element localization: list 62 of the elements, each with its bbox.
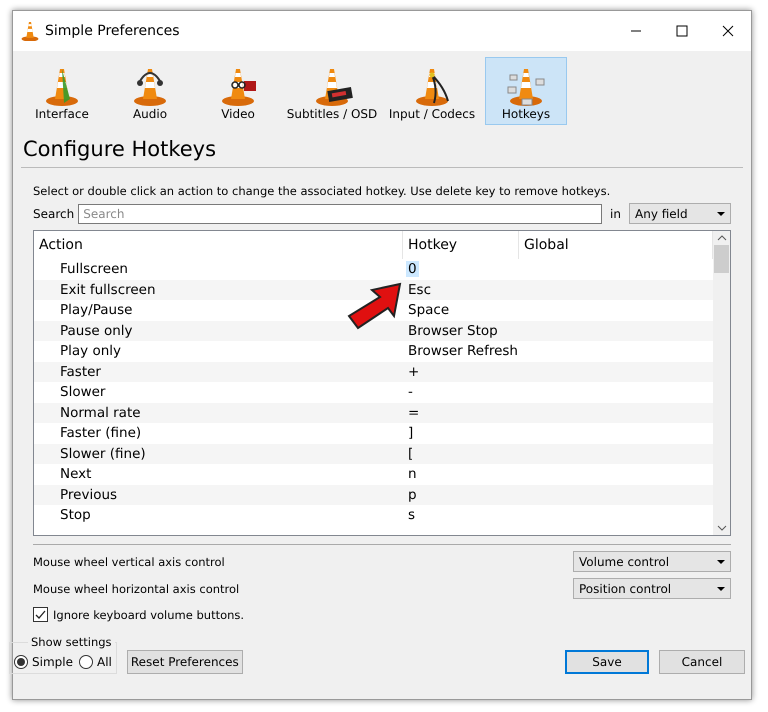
- action-cell[interactable]: Next: [34, 466, 403, 482]
- save-button[interactable]: Save: [565, 650, 649, 674]
- hotkey-cell[interactable]: +: [406, 364, 422, 380]
- search-field[interactable]: Search: [78, 204, 602, 224]
- hotkey-cell[interactable]: Esc: [406, 282, 433, 298]
- hotkey-cell[interactable]: -: [406, 384, 415, 400]
- reset-preferences-button[interactable]: Reset Preferences: [126, 650, 243, 674]
- maximize-icon[interactable]: [676, 25, 688, 37]
- action-cell[interactable]: Faster: [34, 364, 403, 380]
- action-cell[interactable]: Fullscreen: [34, 261, 403, 278]
- setting-label: Mouse wheel vertical axis control: [33, 554, 225, 568]
- section-heading: Configure Hotkeys: [23, 137, 218, 161]
- cancel-button[interactable]: Cancel: [659, 650, 745, 674]
- action-cell[interactable]: Previous: [34, 486, 403, 503]
- checkbox[interactable]: [33, 607, 48, 622]
- checkbox-label: Ignore keyboard volume buttons.: [53, 608, 244, 622]
- field-dropdown[interactable]: Any field: [629, 203, 731, 224]
- setting-dropdown[interactable]: Position control: [573, 578, 731, 599]
- hotkey-cell[interactable]: ]: [406, 425, 416, 442]
- category-tab[interactable]: Hotkeys: [485, 57, 567, 125]
- hotkey-cell[interactable]: Browser Stop: [406, 322, 500, 339]
- action-cell[interactable]: Slower: [34, 384, 403, 400]
- column-header[interactable]: Action: [34, 231, 403, 259]
- category-tab[interactable]: Audio: [109, 57, 191, 125]
- dropdown-arrow-icon: [717, 212, 725, 216]
- hotkey-cell[interactable]: Space: [406, 302, 452, 318]
- window-title: Simple Preferences: [45, 23, 181, 39]
- action-cell[interactable]: Slower (fine): [34, 446, 403, 462]
- close-icon[interactable]: [722, 25, 734, 37]
- category-tab[interactable]: Input / Codecs: [385, 57, 479, 125]
- action-cell[interactable]: Faster (fine): [34, 425, 403, 442]
- hotkey-cell[interactable]: 0: [406, 261, 419, 278]
- radio-option[interactable]: All: [78, 655, 112, 669]
- hotkey-cell[interactable]: Browser Refresh: [406, 343, 520, 360]
- action-cell[interactable]: Pause only: [34, 322, 403, 339]
- instructions-text: Select or double click an action to change the associated hotkey. Use delete key to remove hotkeys.: [33, 184, 612, 198]
- category-tab[interactable]: Subtitles / OSD: [285, 57, 379, 125]
- category-tab[interactable]: Video: [197, 57, 279, 125]
- action-cell[interactable]: Play only: [34, 343, 403, 360]
- hotkey-cell[interactable]: s: [406, 507, 418, 524]
- action-cell[interactable]: Play/Pause: [34, 302, 403, 318]
- dropdown-arrow-icon: [717, 560, 725, 564]
- category-tab[interactable]: Interface: [21, 57, 103, 125]
- in-label: in: [610, 206, 621, 220]
- scroll-thumb[interactable]: [714, 245, 729, 273]
- dropdown-arrow-icon: [717, 586, 725, 590]
- cone-icon: [21, 21, 39, 41]
- setting-dropdown[interactable]: Volume control: [573, 551, 731, 572]
- search-label: Search: [33, 206, 74, 220]
- action-cell[interactable]: Normal rate: [34, 404, 403, 421]
- radio-option[interactable]: Simple: [14, 655, 73, 669]
- action-cell[interactable]: Stop: [34, 507, 403, 524]
- setting-label: Mouse wheel horizontal axis control: [33, 582, 240, 596]
- hotkey-cell[interactable]: p: [406, 486, 419, 503]
- column-header[interactable]: Hotkey: [403, 231, 519, 259]
- action-cell[interactable]: Exit fullscreen: [34, 282, 403, 298]
- hotkey-cell[interactable]: n: [406, 466, 419, 482]
- hotkey-cell[interactable]: =: [406, 404, 422, 421]
- hotkey-cell[interactable]: [: [406, 446, 416, 462]
- scrollbar[interactable]: [713, 231, 730, 535]
- group-title: Show settings: [28, 635, 115, 649]
- arrow-icon: [346, 282, 402, 330]
